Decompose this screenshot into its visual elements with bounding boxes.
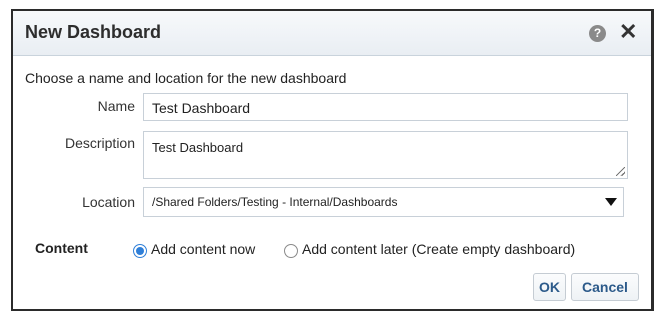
description-text: Test Dashboard — [152, 140, 244, 155]
radio-add-content-later[interactable] — [284, 244, 298, 258]
cancel-button[interactable]: Cancel — [571, 273, 639, 301]
location-label: Location — [82, 194, 135, 210]
name-field[interactable]: Test Dashboard — [143, 93, 628, 121]
location-value: /Shared Folders/Testing - Internal/Dashb… — [152, 195, 398, 209]
radio-add-content-later-label[interactable]: Add content later (Create empty dashboar… — [302, 241, 575, 257]
radio-add-content-now[interactable] — [133, 244, 147, 258]
ok-button[interactable]: OK — [533, 273, 566, 301]
close-icon[interactable]: ✕ — [619, 20, 637, 44]
resize-grip-icon[interactable] — [616, 167, 625, 176]
dialog-title: New Dashboard — [25, 22, 162, 42]
content-label: Content — [35, 240, 88, 256]
description-label: Description — [64, 135, 135, 151]
radio-add-content-now-label[interactable]: Add content now — [151, 241, 255, 257]
description-field[interactable]: Test Dashboard — [143, 131, 628, 179]
dropdown-arrow-icon[interactable] — [605, 198, 617, 206]
help-icon[interactable]: ? — [589, 25, 606, 42]
dialog-titlebar: New Dashboard ? ✕ — [13, 11, 651, 56]
location-select[interactable]: /Shared Folders/Testing - Internal/Dashb… — [143, 187, 624, 217]
new-dashboard-dialog: New Dashboard ? ✕ Choose a name and loca… — [11, 9, 654, 311]
name-label: Name — [97, 98, 135, 114]
instructions-text: Choose a name and location for the new d… — [25, 70, 347, 86]
